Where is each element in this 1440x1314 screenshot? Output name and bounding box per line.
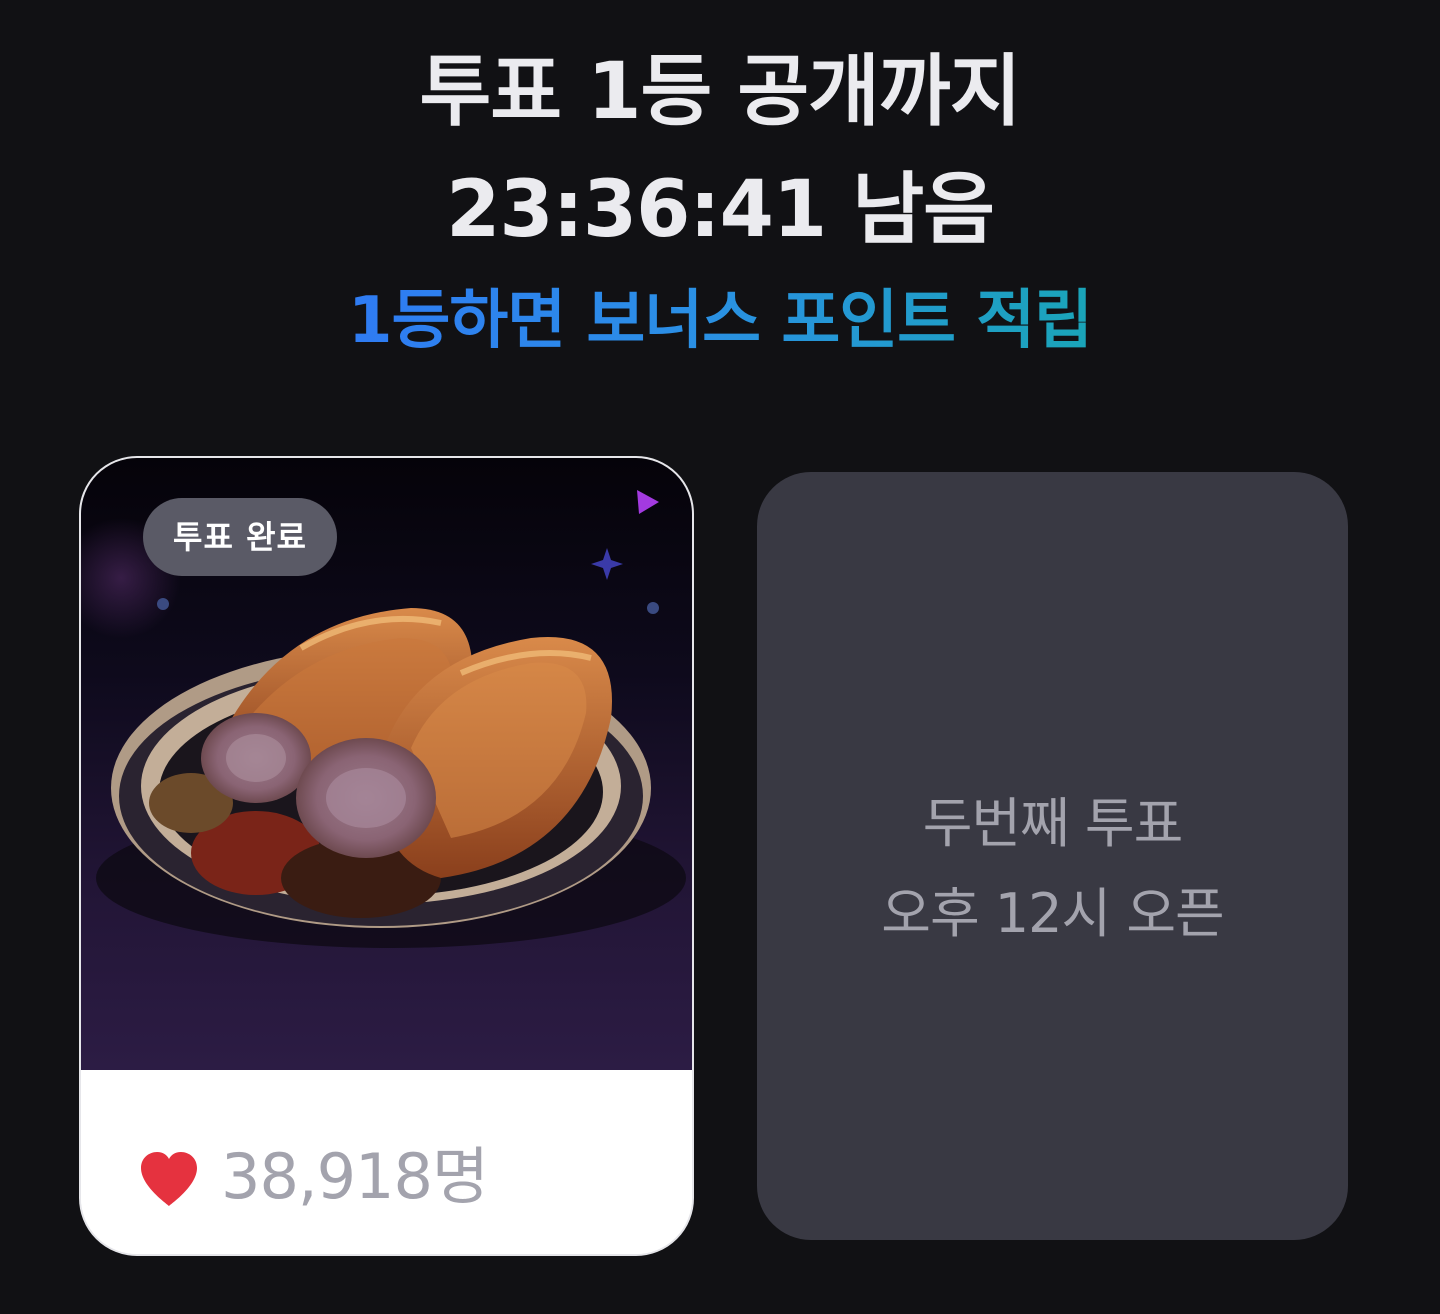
next-vote-open-time: 오후 12시 오픈 [881, 882, 1224, 945]
sparkle-triangle-icon [633, 488, 661, 520]
vote-count: 38,918명 [221, 1140, 489, 1213]
countdown-title: 투표 1등 공개까지 [419, 47, 1022, 137]
food-image: 투표 완료 [81, 458, 692, 1070]
locked-vote-card: 두번째 투표 오후 12시 오픈 [757, 472, 1348, 1240]
sparkle-dot-icon [647, 602, 659, 614]
vote-completed-badge: 투표 완료 [143, 498, 337, 576]
bonus-subtitle: 1등하면 보너스 포인트 적립 [0, 276, 1440, 366]
next-vote-label: 두번째 투표 [922, 792, 1184, 855]
vote-option-card[interactable]: 투표 완료 38,918명 [79, 456, 694, 1256]
countdown-timer: 23:36:41 남음 [446, 165, 995, 255]
sparkle-dot-icon [157, 598, 169, 610]
vote-card-footer: 38,918명 [81, 1070, 692, 1254]
heart-icon [141, 1152, 197, 1206]
bonus-subtitle-text: 1등하면 보너스 포인트 적립 [347, 284, 1093, 358]
sparkle-star-icon [589, 546, 625, 586]
